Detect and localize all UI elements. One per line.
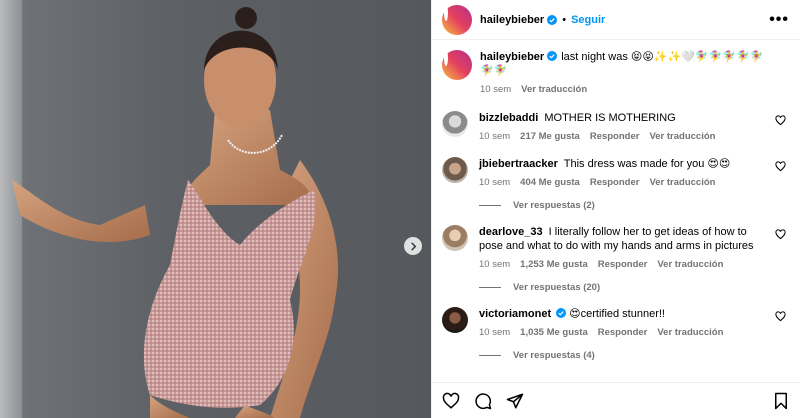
comment-body: This dress was made for you 😍😍	[563, 158, 731, 170]
caption-text: haileybieber last night was 😝😝✨✨🤍🧚‍♀️🧚‍♀️…	[480, 50, 768, 78]
comments-list[interactable]: haileybieber last night was 😝😝✨✨🤍🧚‍♀️🧚‍♀️…	[432, 40, 800, 382]
comment-meta: 10 sem 404 Me gusta Responder Ver traduc…	[479, 177, 768, 188]
caption-translate[interactable]: Ver traducción	[521, 84, 587, 95]
view-replies-button[interactable]: Ver respuestas (4)	[479, 350, 786, 361]
caption-username[interactable]: haileybieber	[480, 51, 544, 63]
comment-text: dearlove_33 I literally follow her to ge…	[479, 225, 768, 253]
author-username[interactable]: haileybieber	[480, 14, 544, 26]
replies-line	[479, 355, 501, 356]
verified-icon	[556, 308, 567, 318]
view-replies-button[interactable]: Ver respuestas (2)	[479, 200, 786, 211]
post-panel: haileybieber • Seguir ••• haileybieber la…	[431, 0, 800, 418]
comment-icon[interactable]	[474, 392, 492, 410]
comment: dearlove_33 I literally follow her to ge…	[442, 225, 786, 270]
comment: bizzlebaddi MOTHER IS MOTHERING 10 sem 2…	[442, 111, 786, 142]
verified-icon	[547, 14, 558, 25]
comment-time[interactable]: 10 sem	[479, 259, 510, 270]
dot-separator: •	[562, 13, 567, 26]
heart-icon[interactable]	[775, 311, 786, 322]
caption: haileybieber last night was 😝😝✨✨🤍🧚‍♀️🧚‍♀️…	[442, 50, 786, 95]
replies-label: Ver respuestas (20)	[513, 282, 601, 293]
replies-line	[479, 205, 501, 206]
comment-body: 😍certified stunner!!	[569, 308, 665, 320]
author-avatar[interactable]	[442, 4, 472, 35]
comment-username[interactable]: dearlove_33	[479, 226, 543, 238]
replies-label: Ver respuestas (4)	[513, 350, 595, 361]
translate-button[interactable]: Ver traducción	[657, 259, 723, 270]
translate-button[interactable]: Ver traducción	[649, 177, 715, 188]
commenter-avatar[interactable]	[442, 111, 468, 137]
comment-time[interactable]: 10 sem	[479, 131, 510, 142]
share-icon[interactable]	[506, 392, 524, 410]
post-photo[interactable]	[0, 0, 431, 418]
heart-icon[interactable]	[442, 392, 460, 410]
translate-button[interactable]: Ver traducción	[657, 327, 723, 338]
commenter-avatar[interactable]	[442, 157, 468, 183]
comment-likes[interactable]: 404 Me gusta	[520, 177, 580, 188]
comment-likes[interactable]: 1,253 Me gusta	[520, 259, 588, 270]
caption-meta: 10 sem Ver traducción	[480, 84, 768, 95]
comment-meta: 10 sem 217 Me gusta Responder Ver traduc…	[479, 131, 768, 142]
comment-username[interactable]: jbiebertraacker	[479, 158, 558, 170]
post-image	[12, 7, 339, 418]
comment: victoriamonet 😍certified stunner!! 10 sem…	[442, 307, 786, 338]
heart-icon[interactable]	[775, 115, 786, 126]
reply-button[interactable]: Responder	[590, 177, 640, 188]
commenter-avatar[interactable]	[442, 225, 468, 251]
comment-time[interactable]: 10 sem	[479, 327, 510, 338]
follow-button[interactable]: Seguir	[571, 14, 605, 26]
comment-username[interactable]: victoriamonet	[479, 308, 551, 320]
save-icon[interactable]	[772, 392, 790, 410]
comment: jbiebertraacker This dress was made for …	[442, 157, 786, 188]
caption-time[interactable]: 10 sem	[480, 84, 511, 95]
replies-line	[479, 287, 501, 288]
more-options-button[interactable]: •••	[769, 11, 789, 27]
comment-meta: 10 sem 1,035 Me gusta Responder Ver trad…	[479, 327, 768, 338]
translate-button[interactable]: Ver traducción	[649, 131, 715, 142]
caption-avatar[interactable]	[442, 50, 472, 80]
next-image-button[interactable]	[404, 237, 422, 255]
comment-time[interactable]: 10 sem	[479, 177, 510, 188]
reply-button[interactable]: Responder	[598, 259, 648, 270]
heart-icon[interactable]	[775, 229, 786, 240]
reply-button[interactable]: Responder	[598, 327, 648, 338]
heart-icon[interactable]	[775, 161, 786, 172]
comment-body: MOTHER IS MOTHERING	[544, 112, 676, 124]
comment-meta: 10 sem 1,253 Me gusta Responder Ver trad…	[479, 259, 768, 270]
comment-text: victoriamonet 😍certified stunner!!	[479, 307, 768, 321]
comment-text: jbiebertraacker This dress was made for …	[479, 157, 768, 171]
view-replies-button[interactable]: Ver respuestas (20)	[479, 282, 786, 293]
comment-text: bizzlebaddi MOTHER IS MOTHERING	[479, 111, 768, 125]
commenter-avatar[interactable]	[442, 307, 468, 333]
replies-label: Ver respuestas (2)	[513, 200, 595, 211]
reply-button[interactable]: Responder	[590, 131, 640, 142]
post-header: haileybieber • Seguir •••	[432, 0, 800, 40]
comment-likes[interactable]: 217 Me gusta	[520, 131, 580, 142]
comment-likes[interactable]: 1,035 Me gusta	[520, 327, 588, 338]
comment-username[interactable]: bizzlebaddi	[479, 112, 538, 124]
chevron-right-icon	[410, 241, 416, 251]
verified-icon	[547, 51, 558, 61]
action-bar	[432, 382, 800, 418]
